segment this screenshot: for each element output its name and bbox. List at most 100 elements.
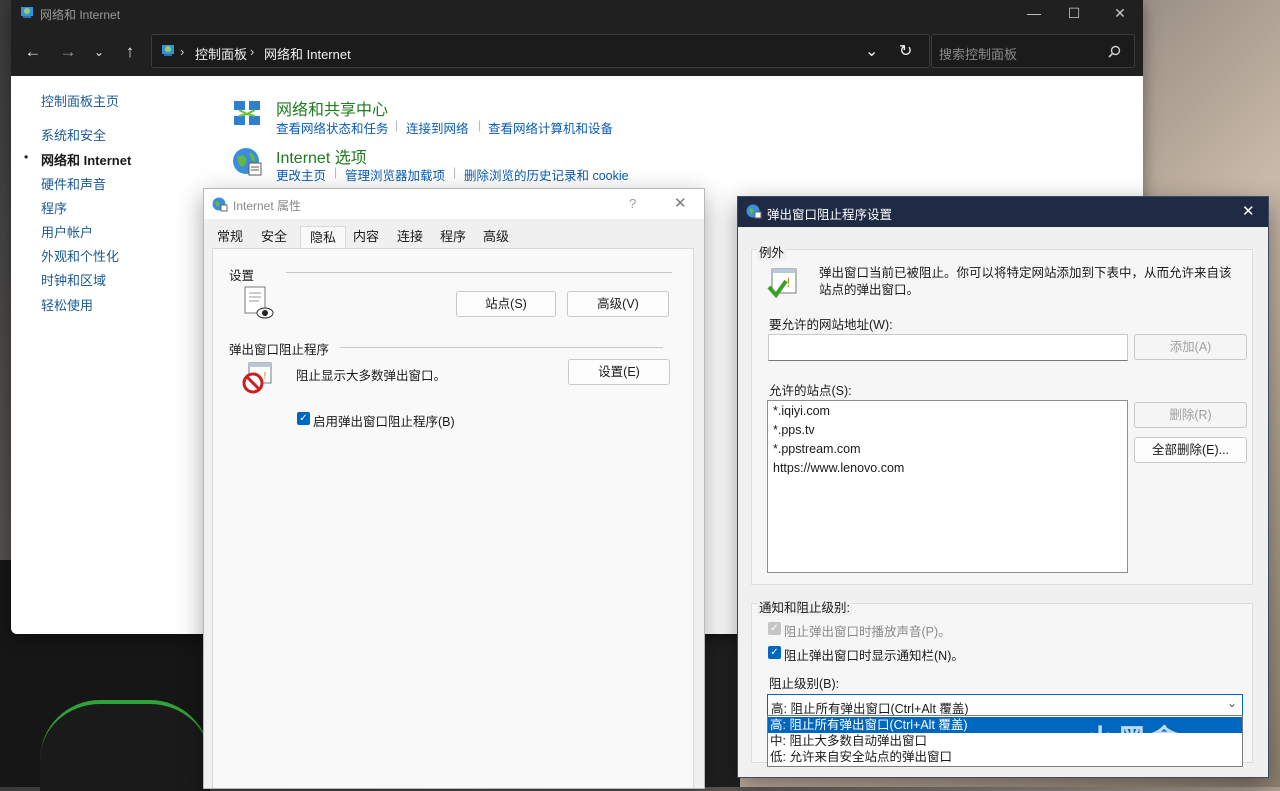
play-sound-checkbox[interactable]: ✓ <box>768 622 781 635</box>
sidebar-item-ease-of-access[interactable]: 轻松使用 <box>41 295 93 314</box>
link-view-network-status[interactable]: 查看网络状态和任务 <box>276 118 389 137</box>
link-separator: | <box>453 165 457 179</box>
chevron-right-icon: › <box>250 44 255 59</box>
close-button[interactable]: ✕ <box>1097 0 1143 28</box>
sidebar-item-system-security[interactable]: 系统和安全 <box>41 125 106 144</box>
sidebar-item-programs[interactable]: 程序 <box>41 198 67 217</box>
internet-options-icon <box>746 204 762 219</box>
notification-group-label: 通知和阻止级别: <box>757 597 852 616</box>
link-delete-history[interactable]: 删除浏览的历史记录和 cookie <box>464 165 629 184</box>
dialog-title: 弹出窗口阻止程序设置 <box>767 208 893 222</box>
forward-icon[interactable]: → <box>56 40 80 64</box>
chevron-right-icon: › <box>180 44 185 59</box>
remove-button[interactable]: 删除(R) <box>1134 402 1247 428</box>
tab-advanced[interactable]: 高级 <box>478 226 514 248</box>
exceptions-group-label: 例外 <box>757 242 787 261</box>
tab-content[interactable]: 内容 <box>348 226 384 248</box>
sidebar-item-hardware[interactable]: 硬件和声音 <box>41 174 106 193</box>
address-input[interactable] <box>768 334 1128 361</box>
close-icon[interactable]: ✕ <box>674 194 687 212</box>
chevron-down-icon[interactable]: ⌄ <box>865 41 878 61</box>
tab-general[interactable]: 常规 <box>212 226 248 248</box>
popup-blocker-settings-dialog: 弹出窗口阻止程序设置 ✕ 例外 ! 弹出窗口当前已被阻止。你可以将特定网站添加到… <box>737 196 1269 778</box>
wallpaper-accent <box>40 700 210 791</box>
tab-bar: 常规 安全 隐私 内容 连接 程序 高级 <box>212 226 694 249</box>
tab-security[interactable]: 安全 <box>256 226 292 248</box>
privacy-document-icon <box>244 286 274 319</box>
breadcrumb-item[interactable]: 网络和 Internet <box>264 44 351 63</box>
network-icon <box>162 45 174 56</box>
sidebar-item-network[interactable]: 网络和 Internet <box>41 150 131 169</box>
chevron-down-icon[interactable]: ⌄ <box>87 40 111 64</box>
close-icon[interactable]: ✕ <box>1242 202 1255 220</box>
link-manage-addons[interactable]: 管理浏览器加载项 <box>345 165 445 184</box>
remove-all-button[interactable]: 全部删除(E)... <box>1134 437 1247 463</box>
address-bar[interactable]: › 控制面板 › 网络和 Internet ⌄ ↻ <box>151 34 930 68</box>
sidebar-item-appearance[interactable]: 外观和个性化 <box>41 246 119 265</box>
allowed-sites-label: 允许的站点(S): <box>769 384 852 398</box>
breadcrumb-item[interactable]: 控制面板 <box>195 44 247 63</box>
internet-options-icon <box>233 148 262 176</box>
current-bullet: • <box>24 150 29 164</box>
tab-privacy[interactable]: 隐私 <box>300 226 346 249</box>
help-button[interactable]: ? <box>629 196 636 211</box>
block-level-label: 阻止级别(B): <box>769 677 840 691</box>
tab-programs[interactable]: 程序 <box>435 226 471 248</box>
refresh-icon[interactable]: ↻ <box>899 41 912 61</box>
list-item[interactable]: *.pps.tv <box>773 423 815 437</box>
enable-popup-blocker-label[interactable]: 启用弹出窗口阻止程序(B) <box>313 411 455 430</box>
advanced-button[interactable]: 高级(V) <box>567 291 669 317</box>
block-level-select[interactable]: 高: 阻止所有弹出窗口(Ctrl+Alt 覆盖) ⌄ <box>767 694 1243 716</box>
sidebar-item-home[interactable]: 控制面板主页 <box>41 91 119 110</box>
search-icon[interactable] <box>1108 45 1121 58</box>
popup-group-label: 弹出窗口阻止程序 <box>229 343 330 357</box>
list-item[interactable]: https://www.lenovo.com <box>773 461 904 475</box>
privacy-tab-pane: 设置 站点(S) 高级(V) 弹出窗口阻止程序 ! 阻止显示大多数弹出窗口。 设… <box>212 248 694 788</box>
enable-popup-blocker-checkbox[interactable]: ✓ <box>297 412 310 425</box>
tab-connections[interactable]: 连接 <box>392 226 428 248</box>
dialog-title-bar: 弹出窗口阻止程序设置 ✕ <box>738 197 1268 227</box>
popup-settings-button[interactable]: 设置(E) <box>568 359 670 385</box>
up-icon[interactable]: ↑ <box>118 40 142 64</box>
info-text: 弹出窗口当前已被阻止。你可以将特定网站添加到下表中，从而允许来自该站点的弹出窗口… <box>819 266 1232 297</box>
group-divider <box>286 272 672 273</box>
show-bar-checkbox[interactable]: ✓ <box>768 646 781 659</box>
popup-description: 阻止显示大多数弹出窗口。 <box>296 369 447 383</box>
back-icon[interactable]: ← <box>21 40 45 64</box>
network-sharing-icon <box>234 101 260 125</box>
internet-properties-dialog: Internet 属性 ? ✕ 常规 安全 隐私 内容 连接 程序 高级 设置 … <box>203 188 705 789</box>
window-title: 网络和 Internet <box>40 8 121 22</box>
wallpaper-shape-2 <box>700 630 740 787</box>
dialog-title-bar: Internet 属性 ? ✕ <box>204 189 704 219</box>
link-connect-network[interactable]: 连接到网络 <box>406 118 469 137</box>
add-button[interactable]: 添加(A) <box>1134 334 1247 360</box>
play-sound-label[interactable]: 阻止弹出窗口时播放声音(P)。 <box>784 621 951 640</box>
dialog-title: Internet 属性 <box>233 199 302 213</box>
settings-group-label: 设置 <box>229 269 255 283</box>
popup-blocked-icon: ! <box>242 362 272 394</box>
network-sharing-center-title[interactable]: 网络和共享中心 <box>276 96 388 120</box>
popup-allowed-icon: ! <box>767 268 797 299</box>
sidebar-item-clock-region[interactable]: 时钟和区域 <box>41 270 106 289</box>
show-bar-label[interactable]: 阻止弹出窗口时显示通知栏(N)。 <box>784 645 964 664</box>
svg-text:!: ! <box>263 371 267 382</box>
allowed-sites-list[interactable]: *.iqiyi.com *.pps.tv *.ppstream.com http… <box>767 400 1128 573</box>
title-bar: 网络和 Internet — ☐ ✕ <box>11 0 1143 28</box>
link-view-network-computers[interactable]: 查看网络计算机和设备 <box>488 118 613 137</box>
search-input[interactable]: 搜索控制面板 <box>939 44 1017 63</box>
list-item[interactable]: *.iqiyi.com <box>773 404 830 418</box>
group-divider <box>340 347 663 348</box>
watermark: 小黑盒 <box>1085 725 1181 758</box>
chevron-down-icon: ⌄ <box>1227 696 1238 710</box>
link-separator: | <box>395 118 399 132</box>
link-separator: | <box>478 118 482 132</box>
link-change-homepage[interactable]: 更改主页 <box>276 165 326 184</box>
list-item[interactable]: *.ppstream.com <box>773 442 861 456</box>
search-box[interactable]: 搜索控制面板 <box>931 34 1135 68</box>
network-icon <box>21 7 33 18</box>
maximize-button[interactable]: ☐ <box>1051 0 1097 28</box>
sites-button[interactable]: 站点(S) <box>456 291 556 317</box>
address-label: 要允许的网站地址(W): <box>769 318 893 332</box>
link-separator: | <box>334 165 338 179</box>
sidebar-item-user-accounts[interactable]: 用户帐户 <box>41 222 93 241</box>
